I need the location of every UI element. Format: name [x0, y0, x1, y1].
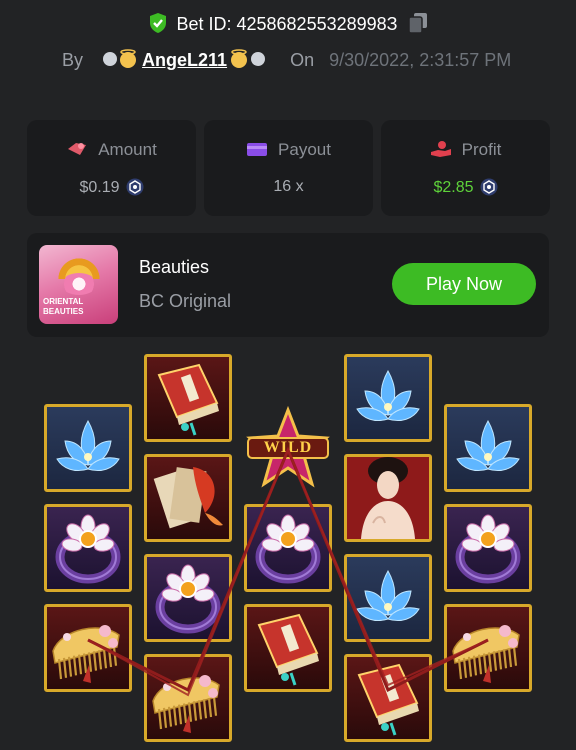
on-label: On	[290, 50, 315, 70]
ring-symbol-icon	[444, 504, 532, 592]
flower-icon	[61, 273, 97, 295]
profit-value-row: $2.85	[381, 178, 550, 201]
lady-symbol-icon	[344, 454, 432, 542]
ring-symbol-icon	[144, 554, 232, 642]
by-label: By	[62, 50, 84, 70]
username-link[interactable]: AngeL211	[142, 50, 227, 70]
thumbnail-logo-text: ORIENTAL BEAUTIES	[43, 297, 84, 316]
comb-symbol-icon	[444, 604, 532, 692]
bet-byline: By AngeL211 On 9/30/2022, 2:31:57 PM	[62, 49, 562, 74]
verified-shield-icon	[148, 12, 168, 39]
wild-label: WILD	[263, 439, 313, 456]
game-title[interactable]: Beauties	[139, 257, 209, 278]
comb-symbol-icon	[44, 604, 132, 692]
ring-symbol-icon	[44, 504, 132, 592]
game-card: ORIENTAL BEAUTIES Beauties BC Original P…	[27, 233, 549, 337]
wild-symbol: WILD	[244, 404, 332, 492]
profit-hand-icon	[430, 141, 451, 157]
profit-label: Profit	[461, 140, 502, 159]
koi-symbol-icon	[144, 454, 232, 542]
coin-icon	[126, 178, 144, 201]
comb-symbol-icon	[144, 654, 232, 742]
lotus-symbol-icon	[44, 404, 132, 492]
angel-emoji-left-icon	[102, 49, 142, 74]
payout-label-row: Payout	[204, 140, 373, 160]
bet-id-row: Bet ID: 425868255328998З	[0, 12, 576, 39]
book-symbol-icon	[244, 604, 332, 692]
bet-id-text: Bet ID: 425868255328998З	[176, 14, 398, 34]
game-thumbnail[interactable]: ORIENTAL BEAUTIES	[39, 245, 118, 324]
amount-label: Amount	[98, 140, 157, 159]
wallet-icon	[247, 143, 268, 156]
payout-label: Payout	[278, 140, 331, 159]
angel-emoji-right-icon	[227, 49, 267, 74]
payout-value-row: 16 x	[204, 178, 373, 196]
amount-icon	[68, 143, 87, 155]
book-symbol-icon	[144, 354, 232, 442]
copy-icon[interactable]	[407, 12, 428, 39]
bet-date: 9/30/2022, 2:31:57 PM	[329, 50, 512, 70]
lotus-symbol-icon	[444, 404, 532, 492]
profit-value: $2.85	[433, 179, 474, 196]
amount-value: $0.19	[79, 179, 120, 196]
amount-card: Amount $0.19	[27, 120, 196, 216]
play-now-button[interactable]: Play Now	[392, 263, 536, 305]
lotus-symbol-icon	[344, 354, 432, 442]
profit-card: Profit $2.85	[381, 120, 550, 216]
amount-label-row: Amount	[27, 140, 196, 160]
book-symbol-icon	[344, 654, 432, 742]
ring-symbol-icon	[244, 504, 332, 592]
profit-label-row: Profit	[381, 140, 550, 160]
game-subtitle: BC Original	[139, 291, 232, 311]
coin-icon	[480, 178, 498, 201]
slot-reels: WILD	[0, 340, 576, 750]
amount-value-row: $0.19	[27, 178, 196, 201]
payout-card: Payout 16 x	[204, 120, 373, 216]
payout-value: 16 x	[273, 178, 304, 195]
lotus-symbol-icon	[344, 554, 432, 642]
